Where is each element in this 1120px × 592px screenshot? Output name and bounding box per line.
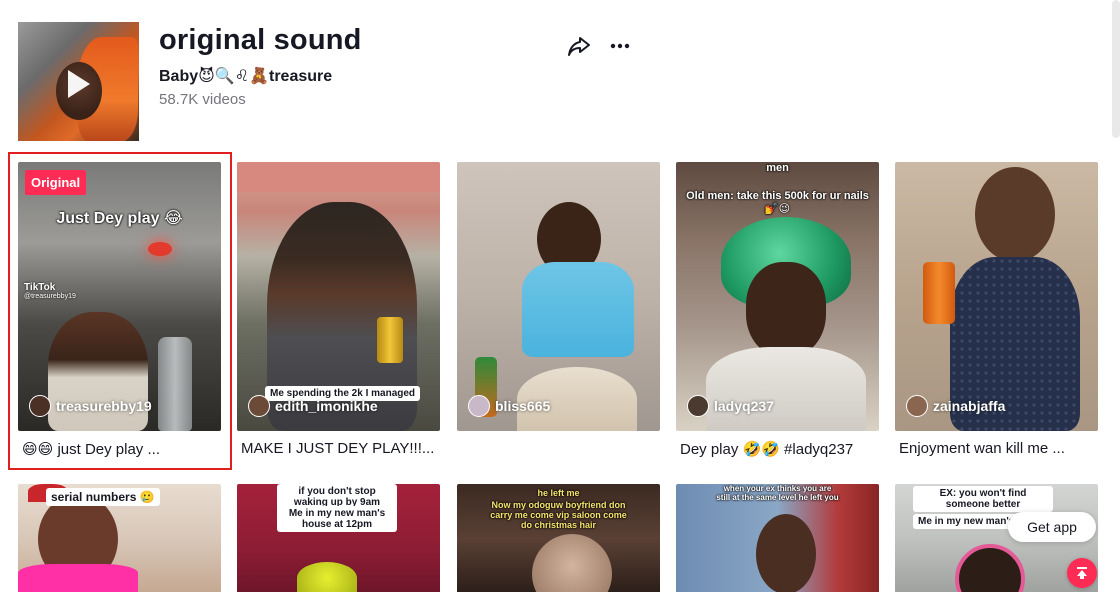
page-scrollbar[interactable]: [1112, 0, 1120, 138]
tiktok-watermark: TikTok @treasurebby19: [24, 282, 76, 300]
video-thumbnail[interactable]: when your ex thinks you are still at the…: [676, 484, 879, 592]
username: treasurebby19: [56, 398, 152, 414]
video-overlay-text-2: Me in my new man's: [913, 514, 1020, 529]
back-to-top-button[interactable]: [1067, 558, 1097, 588]
video-overlay-text: he left me: [537, 488, 580, 498]
video-overlay-text: EX: you won't find someone better: [913, 486, 1053, 512]
video-thumbnail[interactable]: he left me Now my odoguw boyfriend don c…: [457, 484, 660, 592]
video-overlay-top-text: men: [766, 162, 789, 174]
bottle-figure: [158, 337, 192, 431]
video-count: 58.7K videos: [159, 91, 246, 108]
play-icon[interactable]: [68, 70, 90, 98]
video-caption[interactable]: MAKE I JUST DEY PLAY!!!...: [241, 440, 451, 457]
video-caption[interactable]: Enjoyment wan kill me ...: [899, 440, 1109, 457]
original-badge: Original: [25, 170, 87, 195]
video-caption[interactable]: 😄😄 just Dey play ...: [22, 440, 232, 458]
awning-shape: [237, 162, 440, 192]
video-overlay-text-2: Now my odoguw boyfriend don carry me com…: [490, 500, 627, 530]
head-shape: [955, 544, 1025, 592]
avatar: [248, 395, 270, 417]
video-author[interactable]: bliss665: [468, 395, 550, 417]
child-shirt: [522, 262, 634, 357]
username: ladyq237: [714, 398, 774, 414]
arrow-up-icon: [1077, 567, 1087, 579]
video-author[interactable]: treasurebby19: [29, 395, 152, 417]
child-head: [975, 167, 1055, 262]
video-thumbnail[interactable]: bliss665: [457, 162, 660, 431]
video-caption[interactable]: Dey play 🤣🤣 #ladyq237: [680, 440, 890, 458]
video-thumbnail[interactable]: Me spending the 2k I managed edith_imoni…: [237, 162, 440, 431]
video-overlay-text: Old men: take this 500k for ur nails 💅😉: [686, 190, 869, 215]
avatar: [468, 395, 490, 417]
drink-can: [377, 317, 403, 363]
username: zainabjaffa: [933, 398, 1006, 414]
video-author[interactable]: ladyq237: [687, 395, 774, 417]
username: edith_imonikhe: [275, 398, 378, 414]
video-overlay-text-2: Me in my new man's house at 12pm: [277, 506, 397, 532]
more-dots-icon[interactable]: [606, 32, 634, 60]
sound-header: original sound Baby😈🔍♌🧸treasure 58.7K vi…: [18, 20, 1118, 142]
video-overlay-text: Just Dey play 😂: [56, 210, 183, 227]
video-author[interactable]: zainabjaffa: [906, 395, 1005, 417]
video-thumbnail[interactable]: zainabjaffa: [895, 162, 1098, 431]
shirt-shape: [18, 564, 138, 592]
get-app-button[interactable]: Get app: [1008, 512, 1096, 542]
share-arrow-icon[interactable]: [565, 32, 593, 60]
head-shape: [532, 534, 612, 592]
video-author[interactable]: edith_imonikhe: [248, 395, 378, 417]
ceiling-light: [148, 242, 172, 256]
video-thumbnail[interactable]: serial numbers 🥲: [18, 484, 221, 592]
video-thumbnail[interactable]: men Old men: take this 500k for ur nails…: [676, 162, 879, 431]
avatar: [906, 395, 928, 417]
video-thumbnail[interactable]: Original Just Dey play 😂 TikTok @treasur…: [18, 162, 221, 431]
face-shape: [746, 262, 826, 357]
face-shape: [756, 514, 816, 592]
tiktok-watermark-handle: @treasurebby19: [24, 293, 76, 300]
username: bliss665: [495, 398, 551, 414]
hair-shape: [297, 562, 357, 592]
tiktok-watermark-label: TikTok: [24, 282, 56, 293]
avatar: [29, 395, 51, 417]
shirt-shape: [706, 347, 866, 431]
sound-author[interactable]: Baby😈🔍♌🧸treasure: [159, 66, 332, 86]
video-thumbnail[interactable]: if you don't stop waking up by 9am Me in…: [237, 484, 440, 592]
sound-cover-thumbnail[interactable]: [18, 22, 139, 141]
drink-can: [923, 262, 955, 324]
sound-title: original sound: [159, 24, 362, 56]
video-overlay-text: serial numbers 🥲: [46, 488, 160, 506]
video-overlay-text: when your ex thinks you are still at the…: [716, 484, 839, 502]
avatar: [687, 395, 709, 417]
